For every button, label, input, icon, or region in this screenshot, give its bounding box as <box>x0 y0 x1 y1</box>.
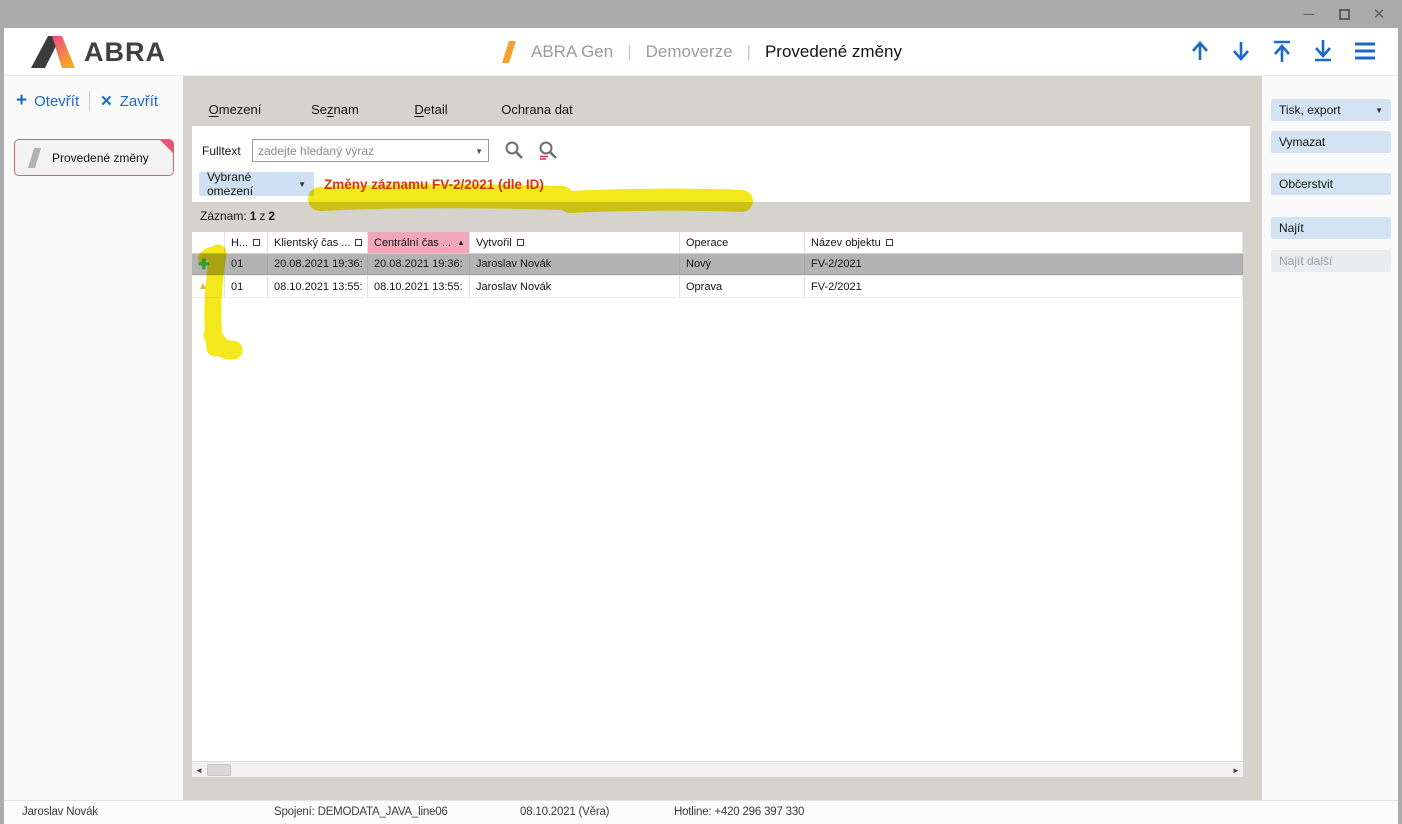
x-icon: ✕ <box>100 92 113 110</box>
tab-detail[interactable]: Detail <box>401 90 461 128</box>
filter-checkbox-icon[interactable] <box>355 239 362 246</box>
chevron-down-icon: ▼ <box>298 180 306 189</box>
open-button[interactable]: + Otevřít <box>16 93 79 110</box>
filter-checkbox-icon[interactable] <box>253 239 260 246</box>
chevron-down-icon: ▼ <box>1375 106 1383 115</box>
breadcrumb-separator: | <box>747 42 751 62</box>
edited-record-icon: ▲ <box>198 281 208 292</box>
open-page-tab[interactable]: Provedené změny <box>14 139 174 176</box>
delete-button[interactable]: Vymazat <box>1271 131 1391 153</box>
changes-table: H... Klientský čas ... Centrální čas ...… <box>192 232 1243 761</box>
filter-panel: Fulltext ▼ <box>192 126 1250 202</box>
tab-ochrana-dat[interactable]: Ochrana dat <box>495 90 579 128</box>
close-label: Zavřít <box>120 93 158 110</box>
abra-gen-slash-icon <box>500 40 517 64</box>
page-slash-icon <box>27 147 42 169</box>
refresh-button[interactable]: Občerstvit <box>1271 173 1391 195</box>
breadcrumb-separator: | <box>627 42 631 62</box>
app-header: ABRA ABRA Gen | Demoverze | Provedené zm… <box>0 28 1402 76</box>
print-export-button[interactable]: Tisk, export▼ <box>1271 99 1391 121</box>
page-tab-label: Provedené změny <box>52 151 149 165</box>
plus-icon: + <box>16 94 27 108</box>
record-navigation <box>1188 38 1378 64</box>
find-next-button: Najít další <box>1271 250 1391 272</box>
column-operation[interactable]: Operace <box>680 232 805 254</box>
table-header-row: H... Klientský čas ... Centrální čas ...… <box>192 232 1243 254</box>
status-user: Jaroslav Novák <box>22 806 98 818</box>
search-in-list-icon[interactable] <box>537 140 559 162</box>
selected-restriction-button[interactable]: Vybrané omezení▼ <box>199 172 314 196</box>
main-content: Omezení Seznam Detail Ochrana dat Fullte… <box>183 76 1262 800</box>
table-row[interactable]: ▲ 01 08.10.2021 13:55: 08.10.2021 13:55:… <box>192 276 1243 298</box>
filter-checkbox-icon[interactable] <box>517 239 524 246</box>
restriction-value: Změny záznamu FV-2/2021 (dle ID) <box>324 177 544 192</box>
left-sidebar: + Otevřít ✕ Zavřít Provedené změny <box>4 76 183 800</box>
maximize-icon[interactable] <box>1333 3 1355 25</box>
status-connection: Spojení: DEMODATA_JAVA_line06 <box>274 806 448 818</box>
horizontal-scrollbar[interactable]: ◄ ► <box>192 761 1243 777</box>
tab-seznam[interactable]: Seznam <box>305 90 365 128</box>
close-icon[interactable]: ✕ <box>1368 3 1390 25</box>
status-hotline: Hotline: +420 296 397 330 <box>674 806 804 818</box>
arrow-up-icon[interactable] <box>1188 38 1212 64</box>
fulltext-label: Fulltext <box>202 144 252 158</box>
column-created-by[interactable]: Vytvořil <box>470 232 680 254</box>
column-client-time[interactable]: Klientský čas ... <box>268 232 368 254</box>
abra-gen-window: ─ ✕ ABRA ABRA Gen | Demov <box>0 0 1402 824</box>
scrollbar-thumb[interactable] <box>207 764 231 776</box>
column-object-name[interactable]: Název objektu <box>805 232 1243 254</box>
tab-omezeni[interactable]: Omezení <box>205 90 265 128</box>
arrow-down-icon[interactable] <box>1229 38 1253 64</box>
table-row[interactable]: ✚ 01 20.08.2021 19:36: 20.08.2021 19:36:… <box>192 254 1243 276</box>
breadcrumb-env: Demoverze <box>646 42 733 62</box>
fulltext-input[interactable] <box>252 139 489 162</box>
record-counter: Záznam:1z2 <box>200 209 278 223</box>
column-icon[interactable] <box>192 232 225 254</box>
search-icon[interactable] <box>503 140 525 162</box>
divider <box>89 91 90 111</box>
filter-checkbox-icon[interactable] <box>886 239 893 246</box>
breadcrumb-app: ABRA Gen <box>531 42 613 62</box>
close-page-button[interactable]: ✕ Zavřít <box>100 92 158 110</box>
column-central-time[interactable]: Centrální čas ...▲ <box>368 232 470 254</box>
active-corner-badge <box>159 139 174 154</box>
open-label: Otevřít <box>34 93 79 110</box>
menu-icon[interactable] <box>1352 38 1378 64</box>
tab-bar: Omezení Seznam Detail Ochrana dat <box>183 90 1262 130</box>
minimize-icon[interactable]: ─ <box>1298 3 1320 25</box>
scroll-left-icon[interactable]: ◄ <box>192 762 206 778</box>
new-record-icon: ✚ <box>198 256 210 273</box>
right-sidebar: Tisk, export▼ Vymazat Občerstvit Najít N… <box>1262 76 1402 800</box>
find-button[interactable]: Najít <box>1271 217 1391 239</box>
arrow-up-to-line-icon[interactable] <box>1270 38 1294 64</box>
sort-ascending-icon: ▲ <box>457 238 465 247</box>
column-h[interactable]: H... <box>225 232 268 254</box>
arrow-down-to-line-icon[interactable] <box>1311 38 1335 64</box>
window-titlebar: ─ ✕ <box>0 0 1402 28</box>
status-bar: Jaroslav Novák Spojení: DEMODATA_JAVA_li… <box>4 800 1398 824</box>
scroll-right-icon[interactable]: ► <box>1229 762 1243 778</box>
status-date: 08.10.2021 (Věra) <box>520 806 609 818</box>
page-title: Provedené změny <box>765 42 902 62</box>
